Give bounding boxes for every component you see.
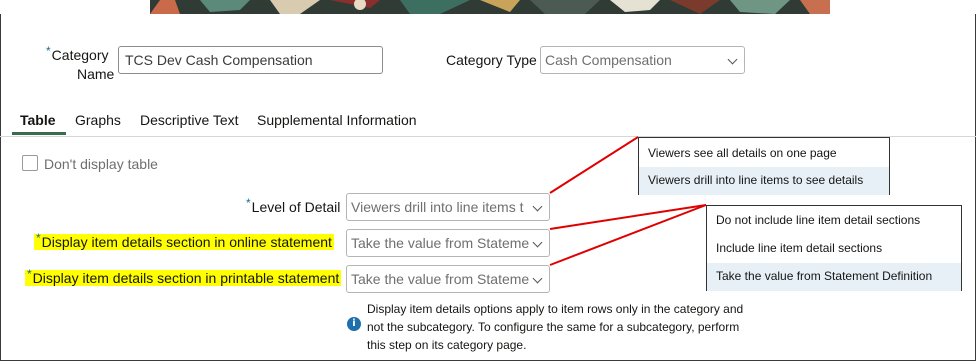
active-tab-indicator: [12, 132, 66, 135]
category-name-label-line1: Category: [51, 47, 109, 63]
decorative-banner: [0, 0, 976, 14]
chevron-down-icon: [532, 237, 543, 248]
printable-statement-label-text: Display item details section in printabl…: [32, 270, 340, 286]
tab-table[interactable]: Table: [20, 112, 56, 128]
printable-statement-select[interactable]: Take the value from Stateme: [346, 265, 550, 293]
tab-bar: Table Graphs Descriptive Text Supplement…: [0, 106, 976, 137]
tab-supplemental-information[interactable]: Supplemental Information: [257, 112, 417, 128]
dont-display-table-checkbox[interactable]: [22, 155, 38, 171]
level-of-detail-value: Viewers drill into line items t: [351, 199, 524, 215]
category-type-value: Cash Compensation: [545, 52, 672, 68]
category-type-select[interactable]: Cash Compensation: [540, 46, 745, 74]
display-option-include[interactable]: Include line item detail sections: [707, 235, 961, 263]
level-of-detail-select[interactable]: Viewers drill into line items t: [346, 193, 550, 221]
category-name-input[interactable]: TCS Dev Cash Compensation: [118, 46, 383, 74]
online-statement-label: *Display item details section in online …: [34, 231, 334, 250]
display-options-callout: Do not include line item detail sections…: [706, 205, 962, 291]
chevron-down-icon: [727, 54, 738, 65]
chevron-down-icon: [532, 273, 543, 284]
required-marker: *: [46, 44, 51, 58]
required-marker: *: [246, 196, 251, 210]
category-name-label: *Category: [46, 44, 109, 63]
level-option-drill-into[interactable]: Viewers drill into line items to see det…: [639, 167, 889, 195]
required-marker: *: [36, 231, 41, 245]
info-icon: i: [347, 317, 361, 331]
online-statement-highlight: *Display item details section in online …: [34, 231, 334, 250]
printable-statement-highlight: *Display item details section in printab…: [25, 267, 342, 286]
online-statement-select[interactable]: Take the value from Stateme: [346, 229, 550, 257]
category-type-label: Category Type: [446, 52, 537, 68]
level-of-detail-label: *Level of Detail: [246, 196, 341, 215]
level-of-detail-options-callout: Viewers see all details on one page View…: [638, 137, 890, 195]
display-option-do-not-include[interactable]: Do not include line item detail sections: [707, 207, 961, 235]
printable-statement-value: Take the value from Stateme: [351, 271, 530, 287]
display-option-take-value[interactable]: Take the value from Statement Definition: [707, 263, 961, 291]
required-marker: *: [27, 267, 32, 281]
dont-display-table-label: Don't display table: [44, 156, 158, 172]
info-note: Display item details options apply to it…: [367, 302, 744, 352]
chevron-down-icon: [532, 201, 543, 212]
tab-descriptive-text[interactable]: Descriptive Text: [140, 112, 239, 128]
online-statement-value: Take the value from Stateme: [351, 235, 530, 251]
tab-graphs[interactable]: Graphs: [75, 112, 121, 128]
category-name-label-line2: Name: [77, 66, 115, 82]
printable-statement-label: *Display item details section in printab…: [25, 267, 342, 286]
level-option-one-page[interactable]: Viewers see all details on one page: [639, 140, 889, 168]
level-of-detail-label-text: Level of Detail: [251, 199, 341, 215]
online-statement-label-text: Display item details section in online s…: [41, 234, 332, 250]
